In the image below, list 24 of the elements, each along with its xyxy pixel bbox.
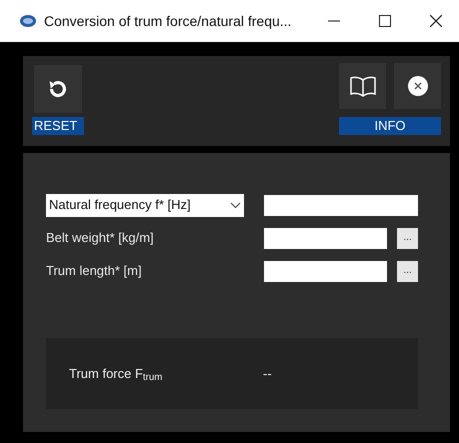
result-label: Trum force F$_{trum}$ (69, 364, 164, 384)
maximize-icon (379, 15, 391, 27)
close-app-button[interactable] (394, 63, 441, 109)
book-icon (348, 75, 376, 97)
input-field[interactable] (264, 194, 418, 216)
reset-icon (47, 78, 69, 100)
input-field[interactable] (264, 260, 387, 282)
close-icon (408, 76, 428, 96)
mode-dropdown[interactable]: Natural frequency f* [Hz] (46, 194, 244, 216)
reset-label: RESET (32, 117, 84, 135)
window-title: Conversion of trum force/natural frequ... (44, 12, 292, 31)
field-label: Trum length* [m] (46, 262, 142, 280)
close-icon (430, 15, 442, 27)
input-field[interactable] (264, 228, 387, 248)
manual-button[interactable] (339, 63, 386, 109)
chevron-down-icon (230, 202, 241, 208)
browse-button[interactable]: ... (397, 260, 418, 282)
result-value: -- (263, 364, 272, 383)
field-label: Belt weight* [kg/m] (46, 229, 154, 248)
info-label: INFO (339, 117, 441, 135)
reset-button[interactable] (34, 65, 82, 113)
minimize-icon (328, 20, 340, 22)
browse-button[interactable]: ... (397, 228, 418, 248)
app-logo-icon (20, 15, 36, 27)
